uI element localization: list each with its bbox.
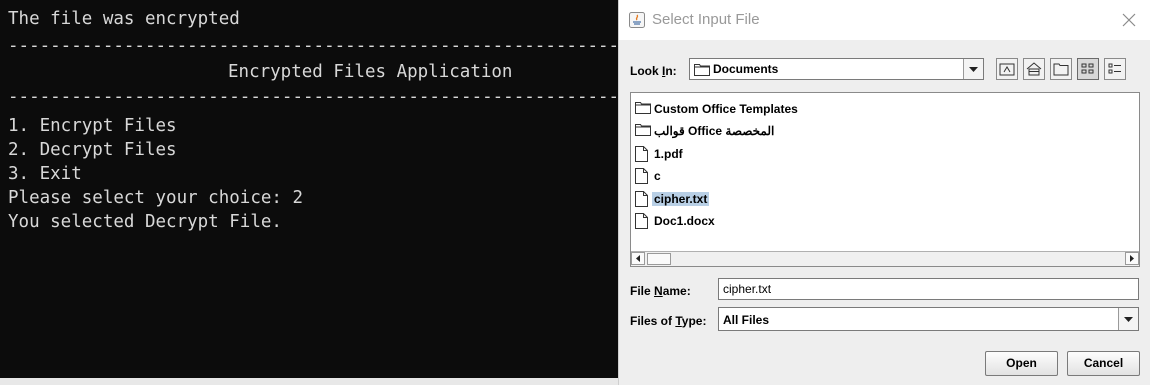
console-menu-item: 2. Decrypt Files <box>8 140 177 160</box>
chevron-right-icon <box>1130 255 1134 262</box>
console-result: You selected Decrypt File. <box>8 212 282 232</box>
scroll-left-button[interactable] <box>631 252 645 265</box>
up-one-level-button[interactable] <box>996 58 1018 80</box>
console-status-line: The file was encrypted <box>8 9 240 29</box>
home-icon <box>1026 62 1042 76</box>
console-prompt: Please select your choice: 2 <box>8 188 304 208</box>
horizontal-scrollbar[interactable] <box>631 251 1139 266</box>
folder-icon <box>635 124 651 136</box>
console-app-title: Encrypted Files Application <box>228 62 513 82</box>
list-item-label: cipher.txt <box>652 192 710 206</box>
list-item-label: Custom Office Templates <box>654 102 798 116</box>
look-in-combo[interactable]: Documents <box>689 58 984 80</box>
new-folder-icon <box>1053 63 1069 76</box>
dialog-title: Select Input File <box>652 11 760 28</box>
scroll-right-button[interactable] <box>1125 252 1139 265</box>
file-type-combo[interactable]: All Files <box>718 307 1139 331</box>
file-icon <box>635 146 648 162</box>
chevron-down-icon <box>969 67 978 72</box>
file-list[interactable]: Custom Office Templates قوالب Office الم… <box>630 92 1140 267</box>
details-view-icon <box>1108 63 1121 74</box>
console-window: The file was encrypted -----------------… <box>0 0 618 380</box>
console-menu-item: 3. Exit <box>8 164 82 184</box>
dialog-titlebar[interactable]: Select Input File <box>619 0 1150 40</box>
list-item-label: قوالب Office المخصصة <box>654 124 775 138</box>
console-separator-top: ----------------------------------------… <box>8 36 618 56</box>
folder-icon <box>694 64 710 76</box>
chevron-down-icon <box>1124 317 1133 322</box>
open-button[interactable]: Open <box>985 351 1058 376</box>
look-in-label: Look In: <box>630 64 677 78</box>
file-icon <box>635 168 648 184</box>
look-in-dropdown-button[interactable] <box>963 59 983 79</box>
console-separator-bottom: ----------------------------------------… <box>8 87 618 107</box>
java-icon <box>629 12 645 28</box>
cancel-button[interactable]: Cancel <box>1067 351 1140 376</box>
file-icon <box>635 213 648 229</box>
file-type-label: Files of Type: <box>630 314 707 328</box>
file-name-label: File Name: <box>630 284 691 298</box>
up-folder-icon <box>999 63 1015 76</box>
list-view-button[interactable] <box>1077 58 1099 80</box>
scrollbar-thumb[interactable] <box>647 253 671 265</box>
console-bottom-strip <box>0 378 618 385</box>
file-type-value: All Files <box>723 313 770 327</box>
file-chooser-dialog: Select Input File Look In: Documents Cus… <box>618 0 1150 385</box>
folder-icon <box>635 102 651 114</box>
console-menu-item: 1. Encrypt Files <box>8 116 177 136</box>
file-name-input[interactable] <box>718 278 1139 300</box>
new-folder-button[interactable] <box>1050 58 1072 80</box>
chevron-left-icon <box>636 255 640 262</box>
list-item-label: 1.pdf <box>654 147 683 161</box>
list-item-label: Doc1.docx <box>654 214 715 228</box>
file-icon <box>635 191 648 207</box>
list-item-label: c <box>654 169 661 183</box>
look-in-value: Documents <box>713 62 779 76</box>
home-button[interactable] <box>1023 58 1045 80</box>
list-view-icon <box>1081 63 1094 74</box>
close-icon[interactable] <box>1117 8 1141 32</box>
file-type-dropdown-button[interactable] <box>1118 308 1138 330</box>
details-view-button[interactable] <box>1104 58 1126 80</box>
